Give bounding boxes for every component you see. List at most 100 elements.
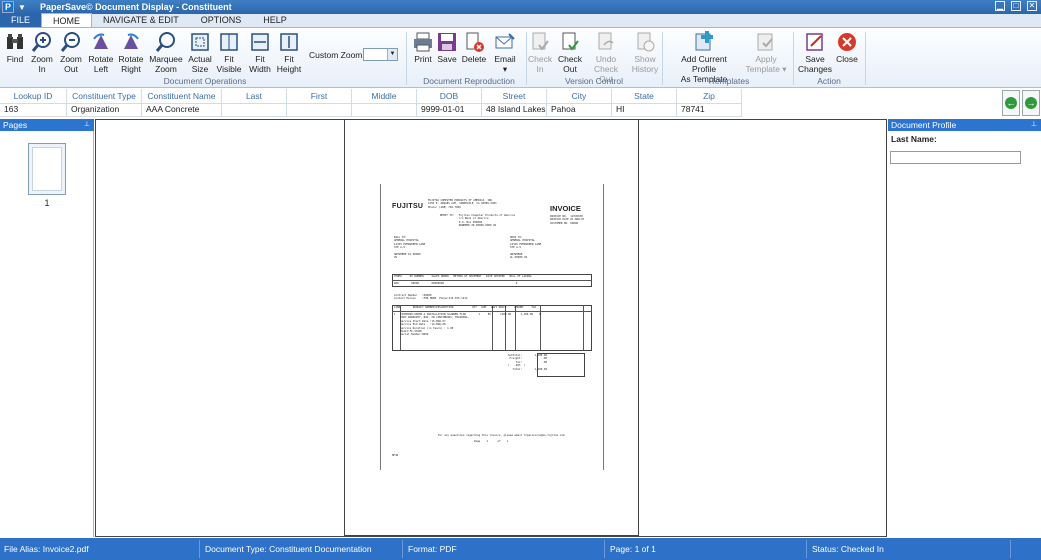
add-profile-label-1: Add Current Profile: [681, 54, 727, 74]
terms-headers: TERMS PO NUMBER SALES ORDER METHOD OF SH…: [394, 275, 532, 278]
marquee-zoom-label-2: Zoom: [155, 64, 177, 74]
document-viewer[interactable]: FUJITSU FUJITSU COMPUTER PRODUCTS OF AME…: [95, 119, 887, 537]
cell-last[interactable]: [222, 103, 287, 117]
cell-middle[interactable]: [352, 103, 417, 117]
maximize-button[interactable]: □: [1011, 1, 1021, 11]
cell-dob[interactable]: 9999-01-01: [417, 103, 482, 117]
cell-zip[interactable]: 78741: [677, 103, 742, 117]
column-lookup-id[interactable]: Lookup ID: [0, 89, 67, 104]
quick-access-menu[interactable]: ▼: [18, 3, 32, 12]
fit-height-button[interactable]: Fit Height: [276, 31, 302, 74]
fit-width-label-2: Width: [249, 64, 271, 74]
column-city[interactable]: City: [547, 89, 612, 104]
check-out-button[interactable]: Check Out: [557, 31, 583, 74]
action-group-label: Action: [817, 76, 841, 86]
check-in-button[interactable]: Check In: [528, 31, 552, 74]
pin-icon[interactable]: ⊥: [1031, 119, 1037, 131]
index-grid-header: Lookup ID Constituent Type Constituent N…: [0, 89, 1000, 104]
column-constituent-type[interactable]: Constituent Type: [67, 89, 142, 104]
tab-home[interactable]: HOME: [41, 13, 93, 27]
print-label: Print: [414, 54, 432, 64]
previous-record-button[interactable]: ←: [1002, 90, 1020, 116]
page-thumbnail[interactable]: [28, 143, 66, 195]
cell-city[interactable]: Pahoa: [547, 103, 612, 117]
column-state[interactable]: State: [612, 89, 677, 104]
table-row[interactable]: 163 Organization AAA Concrete 9999-01-01…: [0, 103, 1000, 117]
check-out-label-2: Out: [563, 64, 577, 74]
minimize-button[interactable]: ▁: [995, 1, 1005, 11]
fit-width-icon: [251, 33, 269, 51]
chevron-down-icon[interactable]: ▼: [387, 49, 397, 60]
last-name-field[interactable]: [890, 151, 1021, 164]
column-first[interactable]: First: [287, 89, 352, 104]
fit-visible-label-2: Visible: [216, 64, 242, 74]
printer-icon: [414, 32, 432, 52]
fit-height-label-2: Height: [276, 64, 302, 74]
custom-zoom-select[interactable]: ▼: [363, 48, 398, 61]
email-button[interactable]: Email ▾: [493, 31, 517, 74]
cell-first[interactable]: [287, 103, 352, 117]
window-title: PaperSave© Document Display - Constituen…: [40, 2, 232, 12]
rotate-right-button[interactable]: Rotate Right: [117, 31, 145, 74]
marquee-zoom-button[interactable]: Marquee Zoom: [149, 31, 183, 74]
column-dob[interactable]: DOB: [417, 89, 482, 104]
save-changes-icon: [806, 33, 823, 51]
print-button[interactable]: Print: [411, 31, 435, 64]
add-template-icon: [695, 31, 713, 51]
pages-panel-title: Pages: [3, 120, 28, 130]
terms-row-divider: [392, 280, 592, 281]
next-record-button[interactable]: →: [1022, 90, 1040, 116]
cell-constituent-type[interactable]: Organization: [67, 103, 142, 117]
invoice-totals: Subtotal: 1,180.00 Freight: .00 Tax: .00…: [508, 354, 548, 371]
tab-navigate-edit[interactable]: NAVIGATE & EDIT: [92, 13, 190, 27]
last-name-label: Last Name:: [891, 134, 937, 144]
history-icon: [637, 32, 655, 52]
tab-file[interactable]: FILE: [0, 13, 42, 27]
column-street[interactable]: Street: [482, 89, 547, 104]
delete-button[interactable]: Delete: [461, 31, 487, 64]
scan-edge-left: [380, 184, 381, 470]
column-middle[interactable]: Middle: [352, 89, 417, 104]
fit-visible-button[interactable]: Fit Visible: [216, 31, 242, 74]
show-history-button[interactable]: Show History: [630, 31, 660, 74]
app-logo-icon[interactable]: P: [2, 1, 14, 13]
column-constituent-name[interactable]: Constituent Name: [142, 89, 222, 104]
undo-check-out-icon: [598, 32, 614, 50]
apply-template-button[interactable]: Apply Template ▾: [745, 31, 787, 74]
check-in-label-1: Check: [528, 54, 553, 64]
line-item: 1 CS000000-00000 & INSTALLATION SCANNER …: [394, 313, 541, 337]
scan-edge-right: [603, 184, 604, 470]
delete-label: Delete: [461, 54, 487, 64]
ribbon: Find Zoom In Zoom Out Rotate Left Rotate Rig…: [0, 29, 1041, 88]
tab-help[interactable]: HELP: [252, 13, 298, 27]
fit-height-label-1: Fit: [284, 54, 294, 64]
invoice-title: INVOICE: [550, 204, 581, 213]
tab-options[interactable]: OPTIONS: [190, 13, 253, 27]
column-zip[interactable]: Zip: [677, 89, 742, 104]
document-operations-group-label: Document Operations: [163, 76, 247, 86]
save-changes-button[interactable]: Save Changes: [798, 31, 832, 74]
find-button[interactable]: Find: [4, 31, 26, 64]
cell-lookup-id[interactable]: 163: [0, 103, 67, 117]
templates-group-label: Templates: [710, 76, 750, 86]
zoom-in-button[interactable]: Zoom In: [30, 31, 54, 74]
apply-template-label-2: Template ▾: [745, 64, 787, 74]
close-window-button[interactable]: ✕: [1027, 1, 1037, 11]
pin-icon[interactable]: ⊥: [84, 119, 90, 131]
bottom-code: NF40: [392, 454, 399, 457]
save-button[interactable]: Save: [436, 31, 458, 64]
cell-constituent-name[interactable]: AAA Concrete: [142, 103, 222, 117]
column-last[interactable]: Last: [222, 89, 287, 104]
apply-template-label-1: Apply: [755, 54, 777, 64]
actual-size-button[interactable]: Actual Size: [187, 31, 213, 74]
fit-width-button[interactable]: Fit Width: [247, 31, 273, 74]
cell-state[interactable]: HI: [612, 103, 677, 117]
rotate-left-button[interactable]: Rotate Left: [87, 31, 115, 74]
close-button[interactable]: Close: [836, 31, 858, 64]
cell-street[interactable]: 48 Island Lakes S: [482, 103, 547, 117]
index-grid: Lookup ID Constituent Type Constituent N…: [0, 89, 1000, 118]
zoom-out-button[interactable]: Zoom Out: [58, 31, 84, 74]
email-dropdown-icon[interactable]: ▾: [503, 64, 507, 74]
rotate-left-icon: [93, 33, 108, 49]
zoom-out-icon: [60, 32, 80, 52]
